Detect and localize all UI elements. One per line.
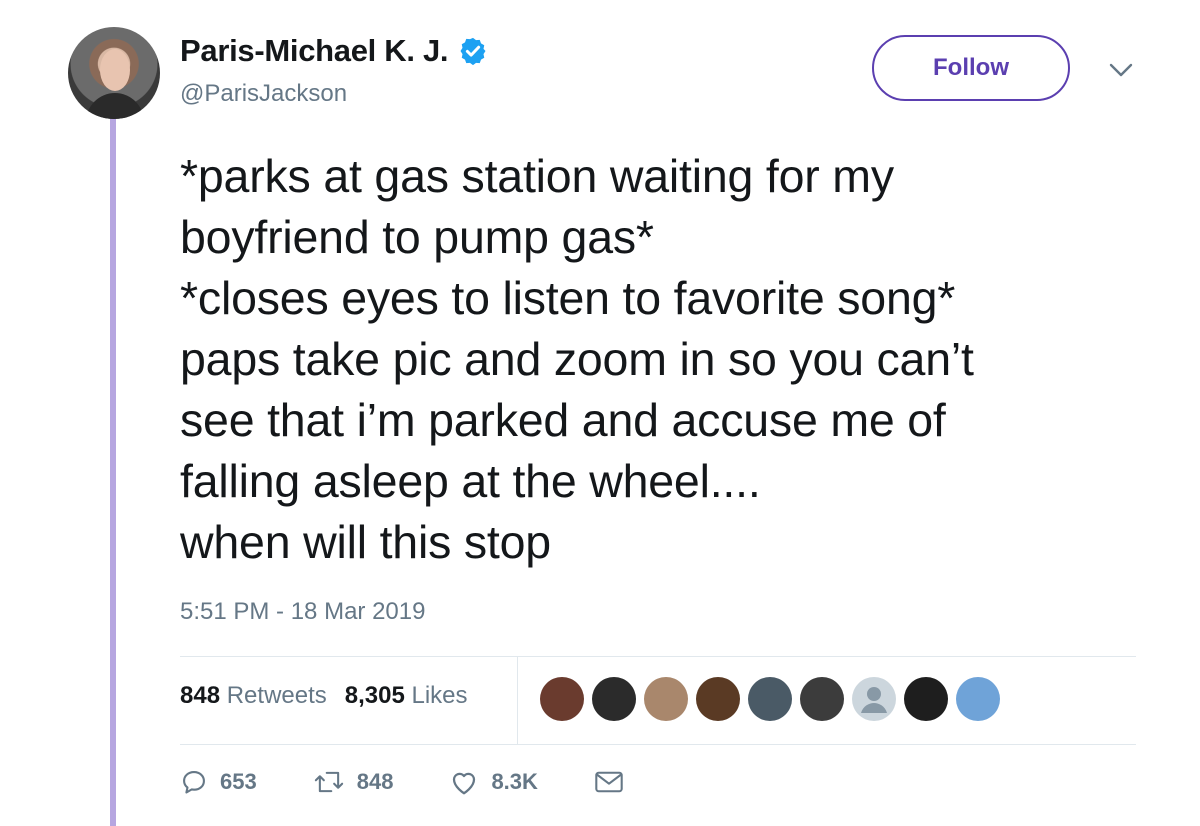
liker-avatar-default[interactable] xyxy=(852,677,896,721)
reply-icon xyxy=(183,771,205,794)
user-avatar[interactable] xyxy=(68,27,160,119)
liker-avatar-5[interactable] xyxy=(748,677,792,721)
liker-avatar-1[interactable] xyxy=(540,677,584,721)
liker-avatar-3[interactable] xyxy=(644,677,688,721)
like-count: 8.3K xyxy=(491,769,538,794)
retweet-action[interactable]: 848 xyxy=(313,768,394,796)
user-handle[interactable]: @ParisJackson xyxy=(180,80,347,108)
display-name[interactable]: Paris-Michael K. J. xyxy=(180,33,488,69)
liker-avatar-9[interactable] xyxy=(956,677,1000,721)
liker-avatar-4[interactable] xyxy=(696,677,740,721)
envelope-icon xyxy=(595,771,623,793)
avatar-face xyxy=(100,49,130,91)
heart-icon xyxy=(453,772,476,795)
stats-separator xyxy=(517,656,518,744)
likes-stat[interactable]: 8,305 Likes xyxy=(345,682,468,710)
likes-count: 8,305 xyxy=(344,682,405,709)
likes-label: Likes xyxy=(411,682,468,709)
liker-avatar-6[interactable] xyxy=(800,677,844,721)
liker-avatar-8[interactable] xyxy=(904,677,948,721)
thread-line xyxy=(110,118,116,826)
like-action[interactable]: 8.3K xyxy=(449,768,538,796)
retweets-stat[interactable]: 848 Retweets xyxy=(180,682,327,710)
engagement-stats: 848 Retweets 8,305 Likes xyxy=(180,682,468,710)
chevron-down-icon[interactable] xyxy=(1108,62,1134,78)
tweet-actions: 653 848 8.3K xyxy=(180,768,692,796)
divider-bottom xyxy=(180,744,1136,745)
divider-top xyxy=(180,656,1136,657)
direct-message-action[interactable] xyxy=(594,769,636,795)
default-profile-icon xyxy=(861,687,887,713)
reply-action[interactable]: 653 xyxy=(180,768,257,796)
retweet-count: 848 xyxy=(356,769,394,794)
display-name-text: Paris-Michael K. J. xyxy=(180,33,449,68)
liker-avatars xyxy=(540,677,1000,721)
tweet-timestamp[interactable]: 5:51 PM - 18 Mar 2019 xyxy=(180,598,425,626)
follow-button[interactable]: Follow xyxy=(872,35,1070,101)
reply-count: 653 xyxy=(220,769,257,794)
retweets-label: Retweets xyxy=(226,682,327,709)
verified-badge-icon xyxy=(460,37,486,66)
retweets-count: 848 xyxy=(180,682,221,709)
tweet-text: *parks at gas station waiting for my boy… xyxy=(180,150,974,568)
retweet-icon xyxy=(314,771,343,793)
avatar-body xyxy=(86,93,144,119)
liker-avatar-2[interactable] xyxy=(592,677,636,721)
